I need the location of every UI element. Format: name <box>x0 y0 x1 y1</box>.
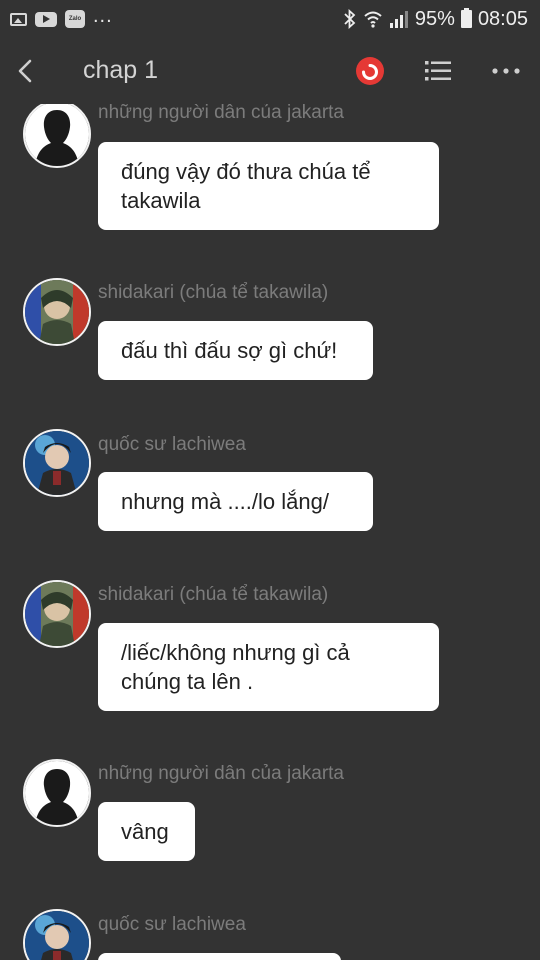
more-horizontal-icon <box>492 68 520 74</box>
signal-icon <box>389 11 408 28</box>
clock: 08:05 <box>477 7 528 30</box>
status-bar: Zalo ... 95% 08:05 <box>0 0 540 38</box>
message-bubble[interactable] <box>98 953 341 960</box>
message-bubble[interactable]: đấu thì đấu sợ gì chứ! <box>98 321 373 380</box>
sender-name: shidakari (chúa tể takawila) <box>98 584 329 605</box>
character-avatar-icon <box>25 911 89 960</box>
sender-name: quốc sư lachiwea <box>98 434 246 455</box>
sender-name: những người dân của jakarta <box>98 104 344 123</box>
message-bubble[interactable]: nhưng mà ..../lo lắng/ <box>98 472 373 531</box>
battery-percent: 95% <box>414 7 455 30</box>
chat-thread[interactable]: những người dân của jakarta đúng vậy đó … <box>0 104 540 960</box>
chapter-list-button[interactable] <box>418 52 458 90</box>
message-bubble[interactable]: vâng <box>98 802 195 861</box>
watch-icon <box>356 57 384 85</box>
toolbar: chap 1 <box>0 38 540 104</box>
story-title: chap 1 <box>83 56 159 84</box>
message-bubble[interactable]: /liếc/không nhưng gì cả chúng ta lên . <box>98 623 439 711</box>
silhouette-icon <box>25 104 89 166</box>
avatar[interactable] <box>23 429 91 497</box>
character-avatar-icon <box>25 582 89 646</box>
character-avatar-icon <box>25 280 89 344</box>
back-button[interactable] <box>10 53 46 89</box>
system-status: 95% 08:05 <box>343 6 528 32</box>
zalo-icon: Zalo <box>65 10 85 28</box>
battery-icon <box>460 8 472 28</box>
avatar[interactable] <box>23 580 91 648</box>
chevron-left-icon <box>18 59 32 83</box>
sender-name: những người dân của jakarta <box>98 763 344 784</box>
notification-icons: Zalo ... <box>10 4 113 30</box>
message-bubble[interactable]: đúng vậy đó thưa chúa tể takawila <box>98 142 439 230</box>
silhouette-icon <box>25 761 89 825</box>
more-notifications: ... <box>93 4 113 27</box>
avatar[interactable] <box>23 278 91 346</box>
autoplay-button[interactable] <box>350 52 390 90</box>
youtube-icon <box>35 11 57 27</box>
more-options-button[interactable] <box>486 52 526 90</box>
sender-name: shidakari (chúa tể takawila) <box>98 282 329 303</box>
avatar[interactable] <box>23 759 91 827</box>
character-avatar-icon <box>25 431 89 495</box>
avatar[interactable] <box>23 104 91 168</box>
avatar[interactable] <box>23 909 91 960</box>
list-icon <box>425 61 451 81</box>
wifi-icon <box>364 11 382 28</box>
sender-name: quốc sư lachiwea <box>98 914 246 935</box>
gallery-icon <box>10 12 27 26</box>
bluetooth-icon <box>344 9 356 29</box>
